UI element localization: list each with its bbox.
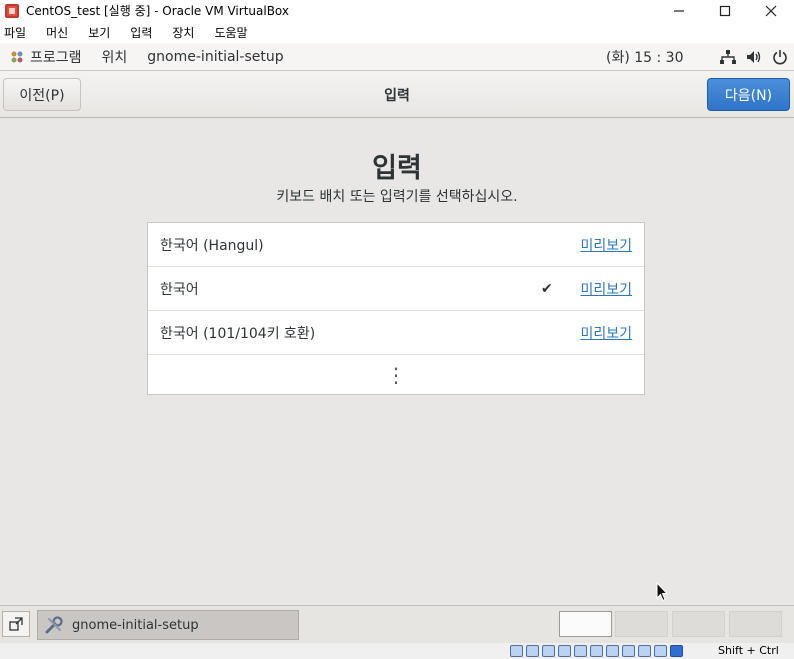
virtualbox-icon (5, 3, 19, 18)
keyboard-capture-icon[interactable] (670, 645, 683, 657)
network-icon (720, 50, 736, 64)
places-label: 위치 (101, 49, 128, 66)
clock-label: (화) 15 : 30 (606, 50, 684, 66)
workspace-3[interactable] (672, 611, 725, 637)
app-menu[interactable]: gnome-initial-setup (137, 49, 293, 65)
vbox-status-icons (510, 645, 683, 658)
menu-file[interactable]: 파일 (0, 24, 36, 41)
minimize-button[interactable] (656, 0, 702, 21)
menu-input[interactable]: 입력 (126, 24, 162, 41)
window-title: CentOS_test [실행 중] - Oracle VM VirtualBo… (26, 4, 290, 18)
display-icon[interactable] (606, 645, 619, 657)
input-source-row-hangul[interactable]: 한국어 (Hangul) 미리보기 (148, 223, 644, 267)
show-desktop-icon (9, 617, 23, 631)
vbox-status-bar: Shift + Ctrl (0, 643, 794, 659)
workspace-2[interactable] (615, 611, 668, 637)
input-source-label: 한국어 (160, 281, 199, 298)
menu-devices[interactable]: 장치 (168, 24, 204, 41)
setup-headerbar: 이전(P) 입력 다음(N) (0, 71, 794, 118)
preview-link[interactable]: 미리보기 (580, 323, 632, 343)
app-menu-label: gnome-initial-setup (147, 48, 284, 65)
menu-help[interactable]: 도움말 (210, 24, 257, 41)
setup-tools-icon (44, 615, 64, 635)
taskbar-window-label: gnome-initial-setup (72, 617, 199, 633)
optical-drive-icon[interactable] (526, 645, 539, 657)
video-capture-icon[interactable] (622, 645, 635, 657)
volume-icon (746, 50, 762, 64)
preview-link[interactable]: 미리보기 (580, 235, 632, 255)
close-icon (765, 5, 777, 16)
preview-link[interactable]: 미리보기 (580, 279, 632, 299)
close-button[interactable] (748, 0, 794, 21)
places-menu[interactable]: 위치 (92, 47, 138, 67)
taskbar-window-button[interactable]: gnome-initial-setup (37, 610, 299, 640)
workspace-1[interactable] (559, 611, 612, 637)
applications-label: 프로그램 (30, 49, 82, 66)
more-input-sources-button[interactable]: ⋮ (148, 355, 644, 394)
power-icon (772, 49, 788, 65)
usb-icon[interactable] (574, 645, 587, 657)
clock[interactable]: (화) 15 : 30 (596, 43, 694, 71)
input-source-label: 한국어 (101/104키 호환) (160, 325, 316, 342)
menu-machine[interactable]: 머신 (42, 24, 78, 41)
show-desktop-button[interactable] (2, 611, 30, 637)
maximize-icon (719, 5, 731, 16)
menu-view[interactable]: 보기 (84, 24, 120, 41)
mouse-cursor-icon (656, 582, 668, 602)
window-titlebar: CentOS_test [실행 중] - Oracle VM VirtualBo… (0, 0, 794, 21)
network-adapter-icon[interactable] (558, 645, 571, 657)
host-key-label: Shift + Ctrl (718, 644, 779, 657)
setup-page: 입력 키보드 배치 또는 입력기를 선택하십시오. 한국어 (Hangul) 미… (0, 118, 794, 605)
shared-folders-icon[interactable] (590, 645, 603, 657)
applications-icon (11, 51, 23, 62)
minimize-icon (674, 9, 684, 12)
hard-disk-icon[interactable] (510, 645, 523, 657)
next-button[interactable]: 다음(N) (707, 78, 790, 111)
input-source-label: 한국어 (Hangul) (160, 237, 264, 254)
page-description: 키보드 배치 또는 입력기를 선택하십시오. (276, 189, 518, 205)
window-controls (656, 0, 794, 21)
workspace-4[interactable] (729, 611, 782, 637)
audio-icon[interactable] (542, 645, 555, 657)
headerbar-title: 입력 (384, 87, 410, 104)
input-source-row-101-104[interactable]: 한국어 (101/104키 호환) 미리보기 (148, 311, 644, 355)
checkmark-icon: ✔ (541, 280, 553, 297)
input-source-row-korean[interactable]: 한국어 ✔ 미리보기 (148, 267, 644, 311)
gnome-top-bar: 프로그램 위치 gnome-initial-setup (화) 15 : 30 (0, 43, 794, 71)
vbox-menubar: 파일 머신 보기 입력 장치 도움말 (0, 21, 794, 43)
system-status-area[interactable] (720, 43, 788, 71)
virtualization-icon[interactable] (638, 645, 651, 657)
input-source-list: 한국어 (Hangul) 미리보기 한국어 ✔ 미리보기 한국어 (101/10… (147, 222, 645, 395)
more-icon: ⋮ (386, 362, 406, 387)
mouse-integration-icon[interactable] (654, 645, 667, 657)
page-title: 입력 (372, 153, 422, 184)
maximize-button[interactable] (702, 0, 748, 21)
applications-menu[interactable]: 프로그램 (0, 47, 92, 67)
window-list-bar: gnome-initial-setup (0, 605, 794, 643)
previous-button[interactable]: 이전(P) (3, 78, 81, 111)
